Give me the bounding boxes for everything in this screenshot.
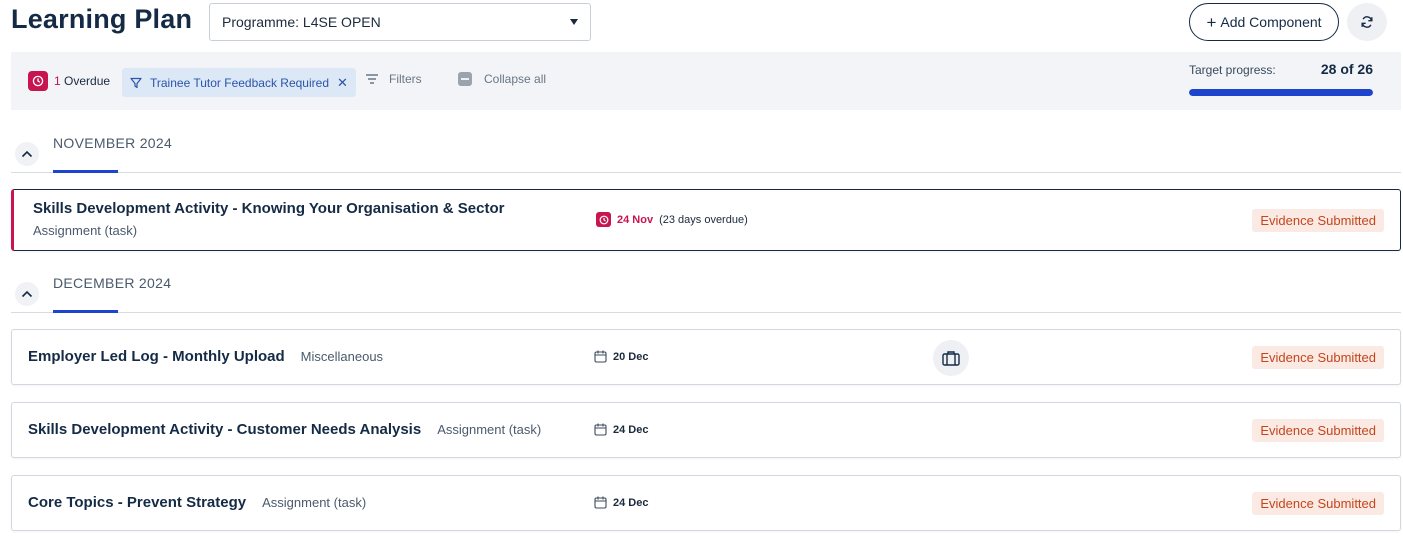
status-badge: Evidence Submitted bbox=[1252, 209, 1384, 232]
overdue-count: 1 bbox=[54, 74, 61, 88]
filter-lines-icon bbox=[366, 74, 378, 84]
due-date: 24 Dec bbox=[594, 496, 648, 509]
target-progress-label: Target progress: bbox=[1189, 63, 1276, 77]
task-title: Skills Development Activity - Customer N… bbox=[28, 421, 422, 438]
task-type: Miscellaneous bbox=[300, 349, 384, 364]
task-card[interactable]: Core Topics - Prevent Strategy Assignmen… bbox=[11, 475, 1401, 531]
filters-button[interactable]: Filters bbox=[365, 72, 422, 86]
clock-icon bbox=[596, 212, 611, 227]
month-underline bbox=[53, 310, 118, 313]
funnel-icon bbox=[130, 77, 142, 88]
due-date-value: 24 Dec bbox=[613, 423, 649, 436]
target-progress-bar bbox=[1189, 89, 1373, 96]
month-header-november: NOVEMBER 2024 bbox=[11, 135, 1401, 173]
clock-icon bbox=[28, 71, 48, 91]
filters-label: Filters bbox=[389, 72, 422, 86]
add-component-button[interactable]: + Add Component bbox=[1189, 3, 1339, 41]
add-component-label: Add Component bbox=[1220, 14, 1322, 30]
task-type: Assignment (task) bbox=[33, 223, 138, 238]
overdue-label: Overdue bbox=[64, 74, 111, 88]
active-filter-chip: Trainee Tutor Feedback Required ✕ bbox=[122, 68, 356, 97]
collapse-all-label: Collapse all bbox=[484, 72, 547, 86]
due-date-value: 24 Dec bbox=[613, 496, 649, 509]
collapse-month-button[interactable] bbox=[15, 142, 39, 166]
task-card[interactable]: Skills Development Activity - Customer N… bbox=[11, 402, 1401, 458]
status-badge: Evidence Submitted bbox=[1252, 492, 1384, 515]
due-date: 20 Dec bbox=[594, 350, 648, 363]
caret-down-icon bbox=[570, 19, 578, 25]
page-title: Learning Plan bbox=[11, 4, 193, 34]
filter-bar: 1 Overdue Trainee Tutor Feedback Require… bbox=[11, 52, 1401, 110]
due-date: 24 Dec bbox=[594, 423, 648, 436]
due-date-value: 20 Dec bbox=[613, 350, 649, 363]
refresh-button[interactable] bbox=[1347, 3, 1387, 41]
due-date-value: 24 Nov bbox=[617, 213, 654, 226]
month-header-december: DECEMBER 2024 bbox=[11, 275, 1401, 313]
target-progress-fill bbox=[1189, 89, 1373, 96]
programme-select-value: Programme: L4SE OPEN bbox=[222, 14, 381, 30]
remove-filter-close-icon[interactable]: ✕ bbox=[337, 75, 348, 91]
overdue-note: (23 days overdue) bbox=[659, 213, 748, 226]
plus-icon: + bbox=[1206, 12, 1217, 32]
status-badge: Evidence Submitted bbox=[1252, 419, 1384, 442]
collapse-month-button[interactable] bbox=[15, 282, 39, 306]
task-title: Employer Led Log - Monthly Upload bbox=[28, 348, 285, 365]
calendar-icon bbox=[594, 350, 607, 363]
due-date: 24 Nov (23 days overdue) bbox=[596, 212, 748, 227]
chevron-up-icon bbox=[21, 290, 33, 298]
collapse-all-button[interactable]: Collapse all bbox=[458, 72, 546, 86]
month-label: NOVEMBER 2024 bbox=[53, 135, 173, 151]
task-card[interactable]: Skills Development Activity - Knowing Yo… bbox=[11, 189, 1401, 251]
refresh-icon bbox=[1361, 16, 1373, 28]
task-type: Assignment (task) bbox=[437, 422, 542, 437]
calendar-icon bbox=[594, 423, 607, 436]
programme-select[interactable]: Programme: L4SE OPEN bbox=[209, 3, 591, 41]
month-underline bbox=[53, 170, 118, 173]
active-filter-label: Trainee Tutor Feedback Required bbox=[150, 75, 329, 90]
month-label: DECEMBER 2024 bbox=[53, 275, 172, 291]
task-card[interactable]: Employer Led Log - Monthly Upload Miscel… bbox=[11, 329, 1401, 385]
overdue-chip[interactable]: 1 Overdue bbox=[28, 71, 110, 91]
employer-button[interactable] bbox=[933, 340, 969, 376]
task-type: Assignment (task) bbox=[262, 495, 367, 510]
chevron-up-icon bbox=[21, 150, 33, 158]
task-title: Skills Development Activity - Knowing Yo… bbox=[33, 200, 505, 217]
calendar-icon bbox=[594, 496, 607, 509]
task-title: Core Topics - Prevent Strategy bbox=[28, 494, 247, 511]
minus-square-icon bbox=[458, 72, 472, 86]
target-progress-value: 28 of 26 bbox=[1320, 61, 1373, 77]
status-badge: Evidence Submitted bbox=[1252, 346, 1384, 369]
briefcase-icon bbox=[942, 351, 960, 366]
